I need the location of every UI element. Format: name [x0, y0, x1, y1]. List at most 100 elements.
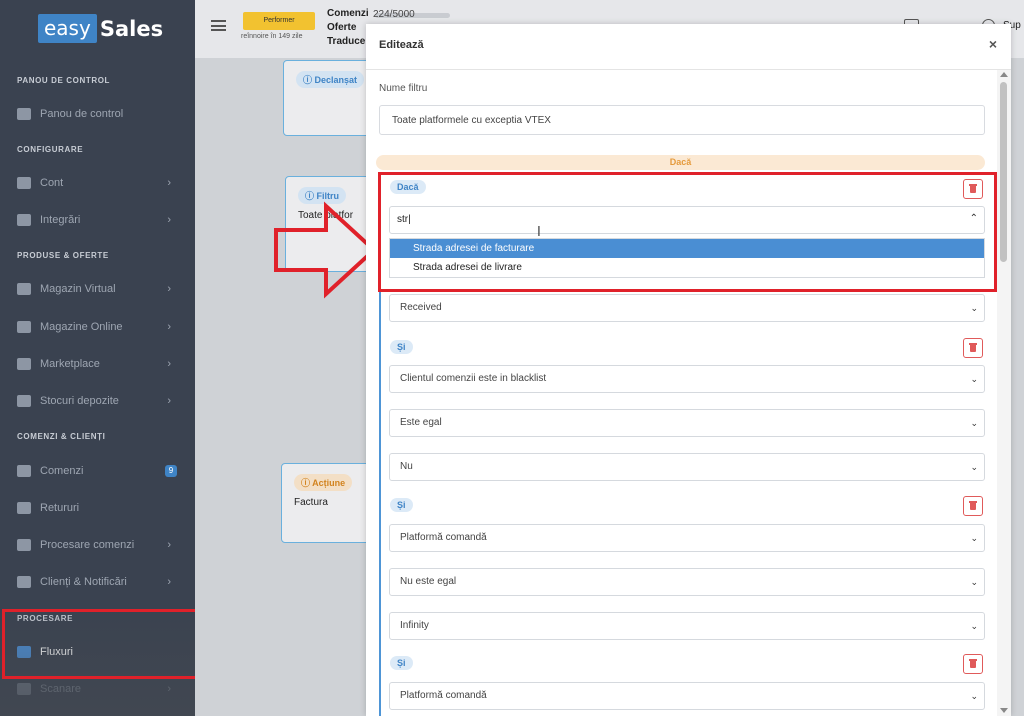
- action-pill: ⓘ Acțiune: [294, 474, 353, 491]
- select-value: Received: [400, 302, 442, 313]
- trash-icon[interactable]: [963, 654, 983, 674]
- sidebar-item-comenzi[interactable]: Comenzi 9: [17, 460, 177, 482]
- logo[interactable]: easy Sales: [38, 14, 163, 43]
- return-icon: [17, 502, 31, 514]
- boxes-icon: [17, 395, 31, 407]
- dashboard-icon: [17, 108, 31, 120]
- menu-icon[interactable]: [211, 20, 226, 31]
- select-value: Infinity: [400, 620, 429, 631]
- select-value: Platformă comandă: [400, 532, 487, 543]
- sidebar-item-magazin-virtual[interactable]: Magazin Virtual ›: [17, 278, 177, 300]
- highlight-box-fluxuri: [2, 609, 209, 679]
- chevron-down-icon: ⌄: [970, 374, 978, 384]
- chevron-down-icon: ⌄: [970, 418, 978, 428]
- modal-title: Editează: [379, 39, 424, 51]
- chevron-down-icon: ⌄: [970, 691, 978, 701]
- sidebar-item-label: Integrări: [40, 214, 81, 226]
- sidebar-item-stocuri[interactable]: Stocuri depozite ›: [17, 390, 177, 412]
- chevron-down-icon: ⌄: [970, 303, 978, 313]
- sidebar-item-scanare[interactable]: Scanare ›: [17, 678, 177, 700]
- section-title-produse: PRODUSE & OFERTE: [17, 251, 109, 260]
- users-icon: [17, 576, 31, 588]
- scroll-down-icon[interactable]: [1000, 708, 1008, 713]
- topbar-label-traduceri: Traduce: [327, 36, 366, 47]
- filter-name-input[interactable]: [379, 105, 985, 135]
- select-value: Clientul comenzii este in blacklist: [400, 373, 547, 384]
- flow-card-trigger[interactable]: ⓘ Declanșat: [283, 60, 373, 136]
- section-title-comenzi: COMENZI & CLIENȚI: [17, 432, 106, 441]
- condition-field-select[interactable]: Platformă comandă ⌄: [389, 524, 985, 552]
- chevron-right-icon: ›: [167, 177, 171, 189]
- globe-icon: [17, 321, 31, 333]
- chevron-right-icon: ›: [167, 576, 171, 588]
- chevron-down-icon: ⌄: [970, 462, 978, 472]
- topbar-label-oferte: Oferte: [327, 22, 357, 33]
- sidebar-item-label: Comenzi: [40, 465, 84, 477]
- condition-value-select[interactable]: Nu ⌄: [389, 453, 985, 481]
- scan-icon: [17, 683, 31, 695]
- section-title-configurare: CONFIGURARE: [17, 145, 84, 154]
- sidebar-item-marketplace[interactable]: Marketplace ›: [17, 353, 177, 375]
- sidebar-item-label: Cont: [40, 177, 64, 189]
- process-icon: [17, 539, 31, 551]
- section-title-panou: PANOU DE CONTROL: [17, 76, 111, 85]
- condition-operator-select[interactable]: Este egal ⌄: [389, 409, 985, 437]
- annotation-arrow-icon: [274, 201, 377, 299]
- modal-scrollbar[interactable]: [997, 70, 1011, 716]
- chevron-right-icon: ›: [167, 539, 171, 551]
- chevron-right-icon: ›: [167, 321, 171, 333]
- condition-field-select[interactable]: Clientul comenzii este in blacklist ⌄: [389, 365, 985, 393]
- chevron-right-icon: ›: [167, 395, 171, 407]
- sidebar-item-panou[interactable]: Panou de control: [17, 103, 177, 125]
- sidebar-item-integrari[interactable]: Integrări ›: [17, 209, 177, 231]
- trash-icon[interactable]: [963, 496, 983, 516]
- chevron-down-icon: ⌄: [970, 577, 978, 587]
- sidebar-item-label: Stocuri depozite: [40, 395, 119, 407]
- scroll-up-icon[interactable]: [1000, 72, 1008, 77]
- chevron-down-icon: ⌄: [970, 533, 978, 543]
- chevron-right-icon: ›: [167, 683, 171, 695]
- sidebar-item-label: Magazin Virtual: [40, 283, 116, 295]
- trigger-pill-label: Declanșat: [314, 75, 358, 85]
- orders-count: 224/5000: [373, 9, 415, 20]
- sidebar-item-magazine-online[interactable]: Magazine Online ›: [17, 316, 177, 338]
- condition-operator-select[interactable]: Nu este egal ⌄: [389, 568, 985, 596]
- select-value: Nu: [400, 461, 413, 472]
- if-banner: Dacă: [376, 155, 985, 170]
- scroll-thumb[interactable]: [1000, 82, 1007, 262]
- plan-badge[interactable]: Performer: [243, 12, 315, 30]
- count-badge: 9: [165, 465, 177, 477]
- sidebar-item-label: Marketplace: [40, 358, 100, 370]
- trash-icon[interactable]: [963, 338, 983, 358]
- link-icon: [17, 214, 31, 226]
- marketplace-icon: [17, 358, 31, 370]
- logo-sales: Sales: [99, 16, 164, 41]
- modal-header: Editează ×: [366, 24, 1011, 70]
- filter-name-label: Nume filtru: [379, 83, 428, 94]
- sidebar-item-label: Panou de control: [40, 108, 124, 120]
- select-value: Platformă comandă: [400, 690, 487, 701]
- renew-text: reînnoire în 149 zile: [241, 33, 303, 40]
- topbar-label-comenzi: Comenzi: [327, 8, 369, 19]
- and-pill: Și: [390, 498, 413, 512]
- select-value: Este egal: [400, 417, 442, 428]
- sidebar-item-label: Magazine Online: [40, 321, 123, 333]
- select-value: Nu este egal: [400, 576, 457, 587]
- edit-modal: Editează × Nume filtru Dacă Dacă str| ⌃ …: [366, 24, 1011, 716]
- sidebar-item-procesare-comenzi[interactable]: Procesare comenzi ›: [17, 534, 177, 556]
- sidebar-item-label: Procesare comenzi: [40, 539, 135, 551]
- sidebar-item-clienti[interactable]: Clienți & Notificări ›: [17, 571, 177, 593]
- logo-easy: easy: [38, 14, 97, 43]
- chevron-right-icon: ›: [167, 283, 171, 295]
- store-icon: [17, 283, 31, 295]
- condition-value-select[interactable]: Received ⌄: [389, 294, 985, 322]
- condition-field-select[interactable]: Platformă comandă ⌄: [389, 682, 985, 710]
- sidebar-item-retururi[interactable]: Retururi: [17, 497, 177, 519]
- chevron-down-icon: ⌄: [970, 621, 978, 631]
- close-icon[interactable]: ×: [989, 36, 997, 52]
- condition-value-select[interactable]: Infinity ⌄: [389, 612, 985, 640]
- chevron-right-icon: ›: [167, 214, 171, 226]
- tag-icon: [17, 465, 31, 477]
- flow-card-action[interactable]: ⓘ Acțiune Factura: [281, 463, 371, 543]
- sidebar-item-cont[interactable]: Cont ›: [17, 172, 177, 194]
